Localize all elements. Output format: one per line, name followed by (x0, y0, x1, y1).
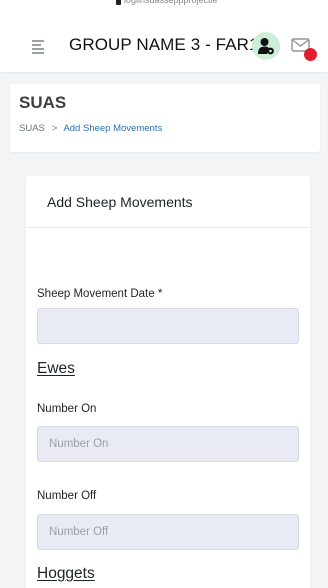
sheep-movement-form-card: Add Sheep Movements Sheep Movement Date … (26, 176, 310, 588)
user-settings-icon[interactable] (252, 32, 280, 60)
mail-icon[interactable] (291, 36, 319, 66)
hamburger-menu-icon[interactable] (32, 40, 44, 56)
browser-url-bar[interactable]: logiinsuasseppprojectie (0, 0, 328, 10)
page-title: SUAS (19, 93, 67, 112)
movement-date-label: Sheep Movement Date * (37, 288, 163, 300)
page-header: SUAS SUAS > Add Sheep Movements (10, 84, 320, 152)
url-text: logiinsuasseppprojectie (124, 0, 218, 5)
card-header: Add Sheep Movements (26, 176, 310, 228)
app-header: GROUP NAME 3 - FAR1 (0, 10, 328, 72)
ewes-number-off-input[interactable] (37, 514, 299, 550)
ewes-number-on-label: Number On (37, 403, 97, 415)
breadcrumb-root[interactable]: SUAS (19, 123, 45, 134)
lock-icon (116, 0, 121, 5)
group-name: GROUP NAME 3 - FAR1 (69, 35, 259, 54)
notification-badge (304, 48, 317, 61)
breadcrumb-separator: > (51, 123, 58, 134)
breadcrumb-current[interactable]: Add Sheep Movements (63, 123, 162, 134)
ewes-number-on-input[interactable] (37, 426, 299, 462)
movement-date-field[interactable] (37, 308, 299, 344)
hoggets-section-title: Hoggets (37, 565, 95, 582)
breadcrumb: SUAS > Add Sheep Movements (19, 123, 162, 134)
card-title: Add Sheep Movements (47, 194, 193, 210)
ewes-section-title: Ewes (37, 360, 75, 377)
ewes-number-off-label: Number Off (37, 490, 97, 502)
